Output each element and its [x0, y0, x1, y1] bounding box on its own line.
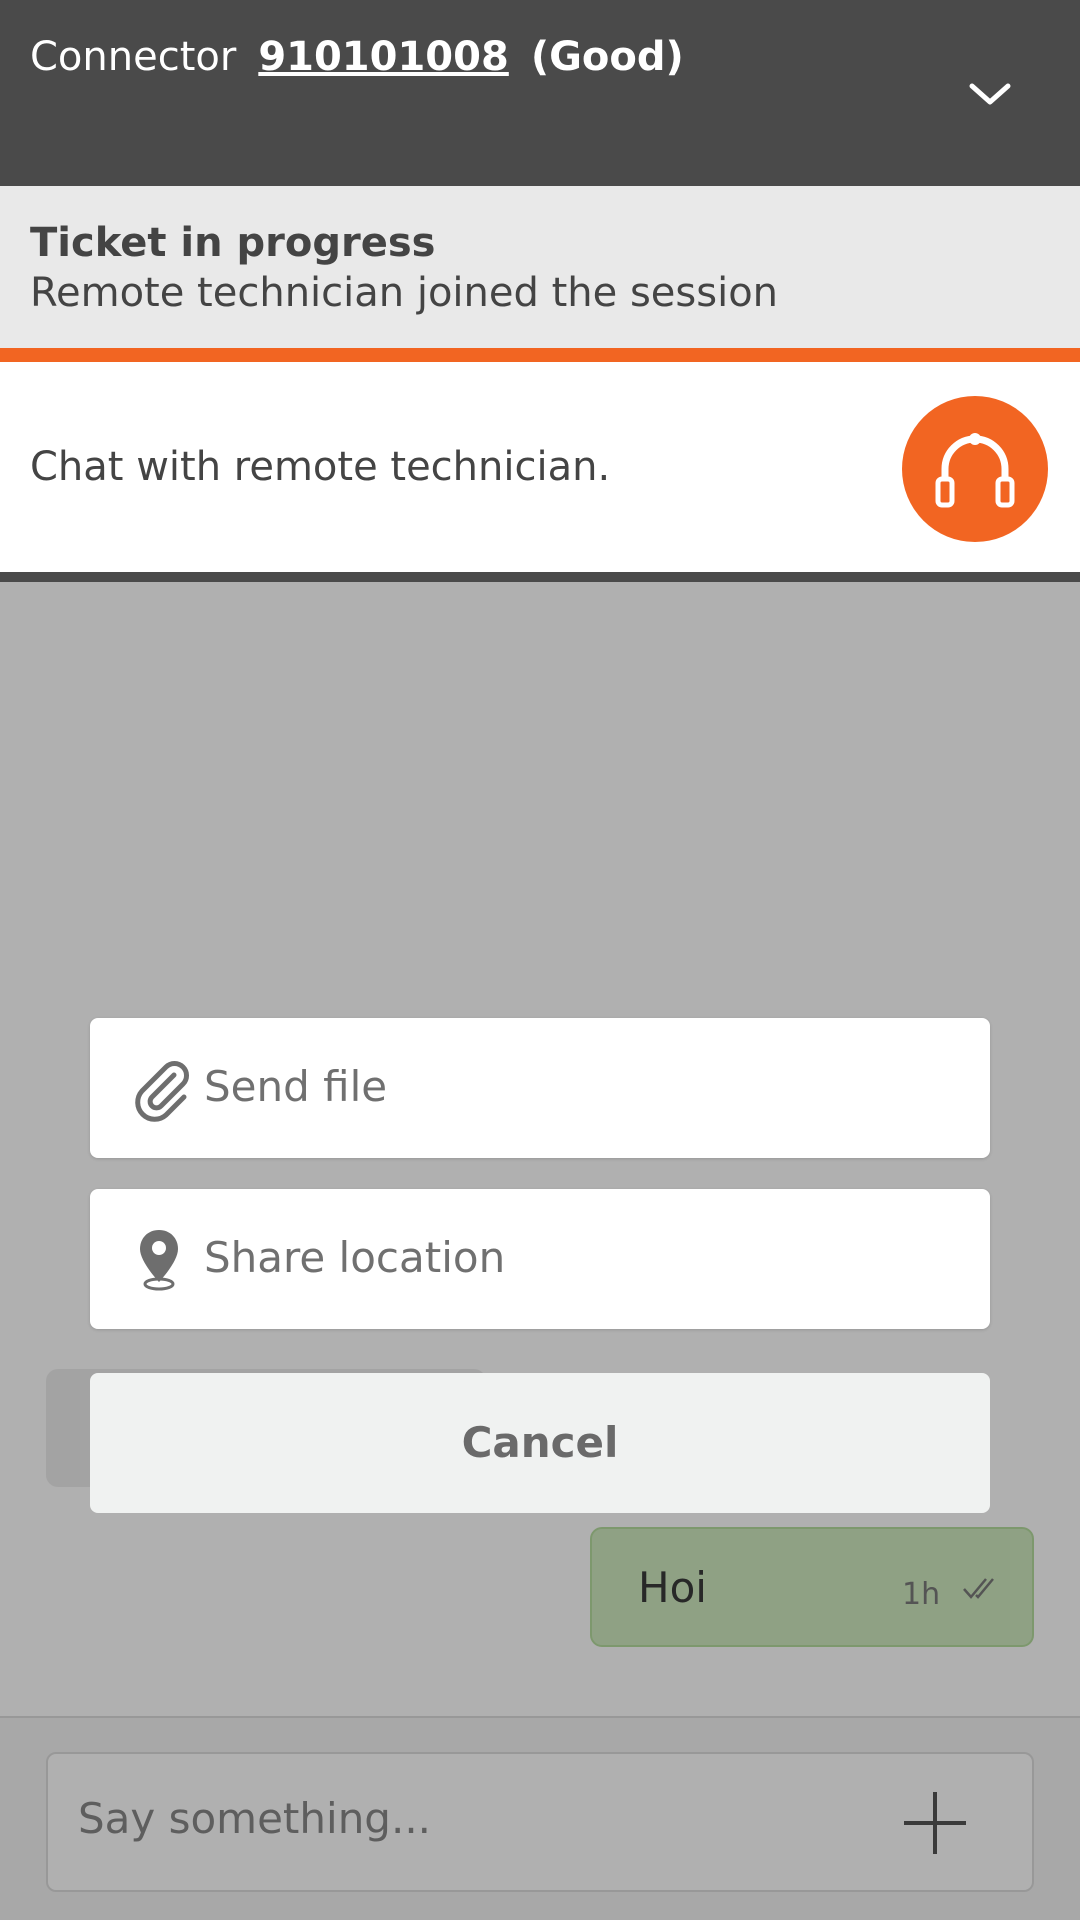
cancel-button[interactable]: Cancel	[90, 1373, 990, 1513]
send-file-button[interactable]: Send file	[90, 1018, 990, 1158]
send-file-label: Send file	[204, 1062, 388, 1111]
chat-banner-text: Chat with remote technician.	[30, 444, 611, 490]
share-location-label: Share location	[204, 1233, 506, 1282]
chevron-down-icon[interactable]	[964, 78, 1016, 110]
ticket-status-panel: Ticket in progress Remote technician joi…	[0, 186, 1080, 348]
support-button[interactable]	[902, 396, 1048, 542]
headset-icon	[935, 433, 1015, 508]
connector-title: Connector 910101008 (Good)	[30, 34, 684, 80]
ticket-title: Ticket in progress	[30, 220, 436, 266]
location-pin-icon	[140, 1230, 178, 1291]
chat-banner: Chat with remote technician.	[0, 362, 1080, 572]
ticket-subtitle: Remote technician joined the session	[30, 270, 779, 316]
paperclip-icon	[135, 1061, 189, 1122]
accent-divider	[0, 348, 1080, 362]
connector-status: (Good)	[530, 34, 684, 80]
app-header: Connector 910101008 (Good)	[0, 0, 1080, 186]
banner-divider	[0, 572, 1080, 582]
share-location-button[interactable]: Share location	[90, 1189, 990, 1329]
connector-id-link[interactable]: 910101008	[258, 34, 509, 80]
connector-label: Connector	[30, 34, 237, 80]
